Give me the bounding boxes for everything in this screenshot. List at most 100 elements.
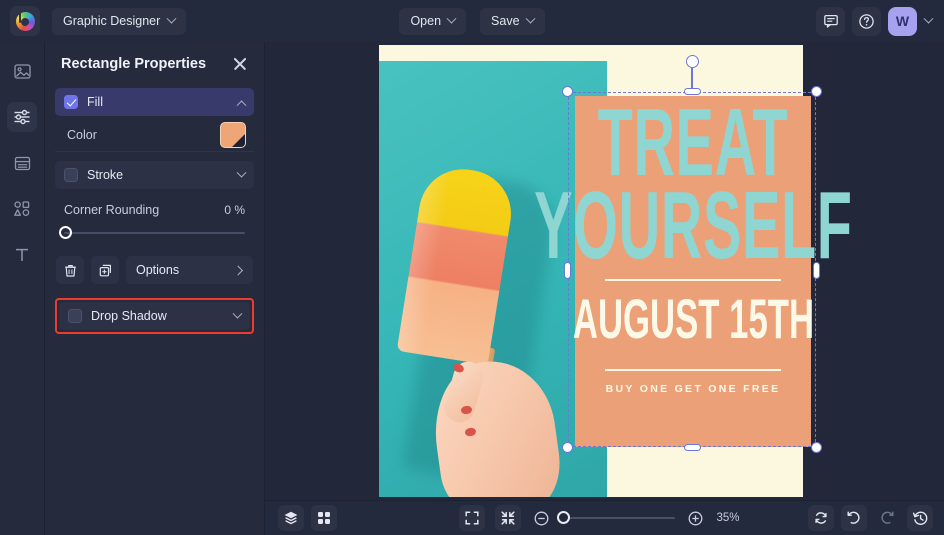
brand-logo-icon bbox=[16, 12, 35, 31]
zoom-in-icon bbox=[687, 510, 704, 527]
layout-icon bbox=[13, 154, 32, 173]
resize-handle-top-left[interactable] bbox=[562, 86, 573, 97]
history-button[interactable] bbox=[907, 505, 933, 531]
layers-icon bbox=[283, 510, 299, 526]
chevron-down-icon[interactable] bbox=[233, 308, 243, 318]
help-icon bbox=[858, 13, 875, 30]
selection-overlay bbox=[568, 92, 816, 447]
zoom-out-button[interactable] bbox=[531, 507, 553, 529]
duplicate-icon bbox=[98, 263, 113, 278]
resize-handle-right[interactable] bbox=[813, 262, 820, 279]
stroke-section-row[interactable]: Stroke bbox=[55, 161, 254, 189]
trash-icon bbox=[63, 263, 78, 278]
save-button[interactable]: Save bbox=[480, 8, 545, 35]
refresh-button[interactable] bbox=[808, 505, 834, 531]
sidebar-item-shapes[interactable] bbox=[7, 194, 37, 224]
properties-panel: Rectangle Properties Fill Color Stroke C… bbox=[45, 42, 265, 535]
color-swatch[interactable] bbox=[220, 122, 246, 148]
drop-shadow-label: Drop Shadow bbox=[91, 309, 225, 323]
avatar[interactable]: W bbox=[888, 7, 917, 36]
chevron-up-icon[interactable] bbox=[237, 100, 247, 110]
bottom-bar: 35% bbox=[265, 500, 944, 535]
chevron-down-icon bbox=[167, 13, 177, 23]
document-name-selector[interactable]: Graphic Designer bbox=[52, 8, 186, 35]
top-bar-right-actions: W bbox=[816, 0, 936, 42]
corner-rounding-label: Corner Rounding bbox=[64, 203, 159, 217]
comment-button[interactable] bbox=[816, 7, 845, 36]
duplicate-button[interactable] bbox=[91, 256, 119, 284]
fill-section-row[interactable]: Fill bbox=[55, 88, 254, 116]
page-title: Rectangle Properties bbox=[61, 56, 206, 72]
avatar-chevron-down-icon[interactable] bbox=[924, 13, 934, 23]
zoom-in-button[interactable] bbox=[685, 507, 707, 529]
help-button[interactable] bbox=[852, 7, 881, 36]
zoom-slider-knob[interactable] bbox=[557, 511, 570, 524]
resize-handle-top[interactable] bbox=[684, 88, 701, 95]
save-button-label: Save bbox=[491, 14, 520, 28]
bottom-bar-left bbox=[278, 505, 337, 531]
sliders-icon bbox=[12, 107, 32, 127]
chevron-down-icon bbox=[447, 13, 457, 23]
refresh-icon bbox=[813, 510, 829, 526]
close-icon[interactable] bbox=[231, 55, 249, 73]
drop-shadow-section-row[interactable]: Drop Shadow bbox=[59, 302, 250, 330]
zoom-slider[interactable] bbox=[563, 517, 675, 519]
delete-button[interactable] bbox=[56, 256, 84, 284]
document-name-label: Graphic Designer bbox=[63, 14, 160, 28]
stroke-label: Stroke bbox=[87, 168, 229, 182]
panel-header: Rectangle Properties bbox=[55, 42, 254, 86]
resize-handle-top-right[interactable] bbox=[811, 86, 822, 97]
selection-box bbox=[568, 92, 816, 447]
options-button[interactable]: Options bbox=[126, 256, 253, 284]
undo-button[interactable] bbox=[841, 505, 867, 531]
canvas-area[interactable]: TREAT YOURSELF AUGUST 15TH BUY ONE GET O… bbox=[265, 42, 944, 500]
fit-to-screen-button[interactable] bbox=[459, 505, 485, 531]
app-window: Graphic Designer Open Save bbox=[0, 0, 944, 535]
collapse-button[interactable] bbox=[495, 505, 521, 531]
shapes-icon bbox=[12, 199, 32, 219]
chevron-down-icon[interactable] bbox=[237, 167, 247, 177]
image-icon bbox=[13, 62, 32, 81]
comment-icon bbox=[823, 13, 839, 29]
grid-icon bbox=[316, 510, 332, 526]
undo-icon bbox=[846, 510, 862, 526]
sidebar-item-text[interactable] bbox=[7, 240, 37, 270]
grid-button[interactable] bbox=[311, 505, 337, 531]
color-label: Color bbox=[67, 128, 97, 142]
resize-handle-left[interactable] bbox=[564, 262, 571, 279]
history-controls bbox=[808, 505, 933, 531]
brand-logo-button[interactable] bbox=[10, 6, 40, 36]
stroke-checkbox[interactable] bbox=[64, 168, 78, 182]
top-bar: Graphic Designer Open Save bbox=[0, 0, 944, 42]
layers-button[interactable] bbox=[278, 505, 304, 531]
rotate-stem bbox=[691, 68, 693, 90]
chevron-down-icon bbox=[525, 13, 535, 23]
drop-shadow-checkbox[interactable] bbox=[68, 309, 82, 323]
redo-button[interactable] bbox=[874, 505, 900, 531]
open-button[interactable]: Open bbox=[399, 8, 466, 35]
corner-rounding-knob[interactable] bbox=[59, 226, 72, 239]
sidebar-item-layouts[interactable] bbox=[7, 148, 37, 178]
zoom-level-label: 35% bbox=[717, 512, 751, 524]
text-icon bbox=[12, 245, 32, 265]
resize-handle-bottom-left[interactable] bbox=[562, 442, 573, 453]
sidebar-item-images[interactable] bbox=[7, 56, 37, 86]
fill-label: Fill bbox=[87, 95, 229, 109]
open-button-label: Open bbox=[410, 14, 441, 28]
collapse-icon bbox=[500, 510, 516, 526]
color-row[interactable]: Color bbox=[55, 118, 254, 152]
resize-handle-bottom[interactable] bbox=[684, 444, 701, 451]
fill-checkbox[interactable] bbox=[64, 95, 78, 109]
history-icon bbox=[912, 510, 929, 527]
corner-rounding-control: Corner Rounding 0 % bbox=[55, 203, 254, 234]
zoom-out-icon bbox=[533, 510, 550, 527]
drop-shadow-highlight: Drop Shadow bbox=[55, 298, 254, 334]
corner-rounding-slider[interactable] bbox=[64, 232, 245, 234]
fit-to-screen-icon bbox=[464, 510, 480, 526]
corner-rounding-value: 0 % bbox=[224, 203, 245, 217]
resize-handle-bottom-right[interactable] bbox=[811, 442, 822, 453]
shape-actions: Options bbox=[55, 256, 254, 284]
redo-icon bbox=[879, 510, 895, 526]
rotate-handle[interactable] bbox=[686, 55, 699, 68]
sidebar-item-adjustments[interactable] bbox=[7, 102, 37, 132]
